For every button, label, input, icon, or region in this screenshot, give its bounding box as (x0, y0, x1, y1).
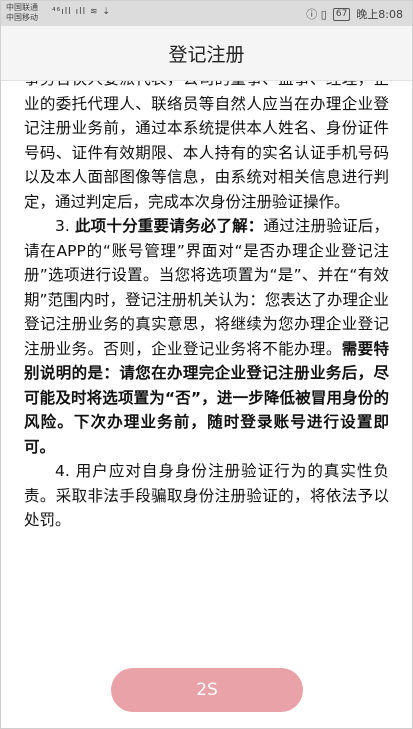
signal-wifi-icons: ⁴⁶ıll ıll ≋ ⇣ (52, 7, 111, 17)
alarm-vibrate-icons: ⓘ ▯ (306, 8, 327, 21)
battery-icon: 67 (332, 7, 351, 21)
agreement-scroll-area[interactable]: 事务合伙人委派代表，公司的董事、监事、经理，企业的委托代理人、联络员等自然人应当… (0, 81, 413, 652)
page-title: 登记注册 (168, 43, 245, 66)
status-bar: 中国联通 中国移动 ⁴⁶ıll ıll ≋ ⇣ ⓘ ▯ 67 晚上8:08 (0, 0, 413, 26)
paragraph-2-number: 3. (55, 217, 75, 235)
title-bar: 登记注册 (0, 26, 413, 81)
paragraph-2-important: 此项十分重要请务必了解： (74, 217, 264, 235)
status-time: 晚上8:08 (356, 8, 403, 21)
paragraph-2: 3. 此项十分重要请务必了解：通过注册验证后，请在APP的“账号管理”界面对“是… (24, 214, 389, 459)
agreement-text: 事务合伙人委派代表，公司的董事、监事、经理，企业的委托代理人、联络员等自然人应当… (24, 81, 389, 533)
carrier-2: 中国移动 (6, 13, 38, 22)
carrier-names: 中国联通 中国移动 (6, 3, 38, 23)
paragraph-2-text: 通过注册验证后，请在APP的“账号管理”界面对“是否办理企业登记注册”选项进行设… (24, 217, 389, 358)
status-right: ⓘ ▯ 67 晚上8:08 (306, 6, 403, 22)
paragraph-3: 4. 用户应对自身身份注册验证行为的真实性负责。采取非法手段骗取身份注册验证的，… (24, 462, 389, 529)
countdown-button[interactable]: 2S (111, 668, 303, 712)
carrier-1: 中国联通 (6, 3, 38, 12)
paragraph-1: 事务合伙人委派代表，公司的董事、监事、经理，企业的委托代理人、联络员等自然人应当… (24, 81, 389, 211)
